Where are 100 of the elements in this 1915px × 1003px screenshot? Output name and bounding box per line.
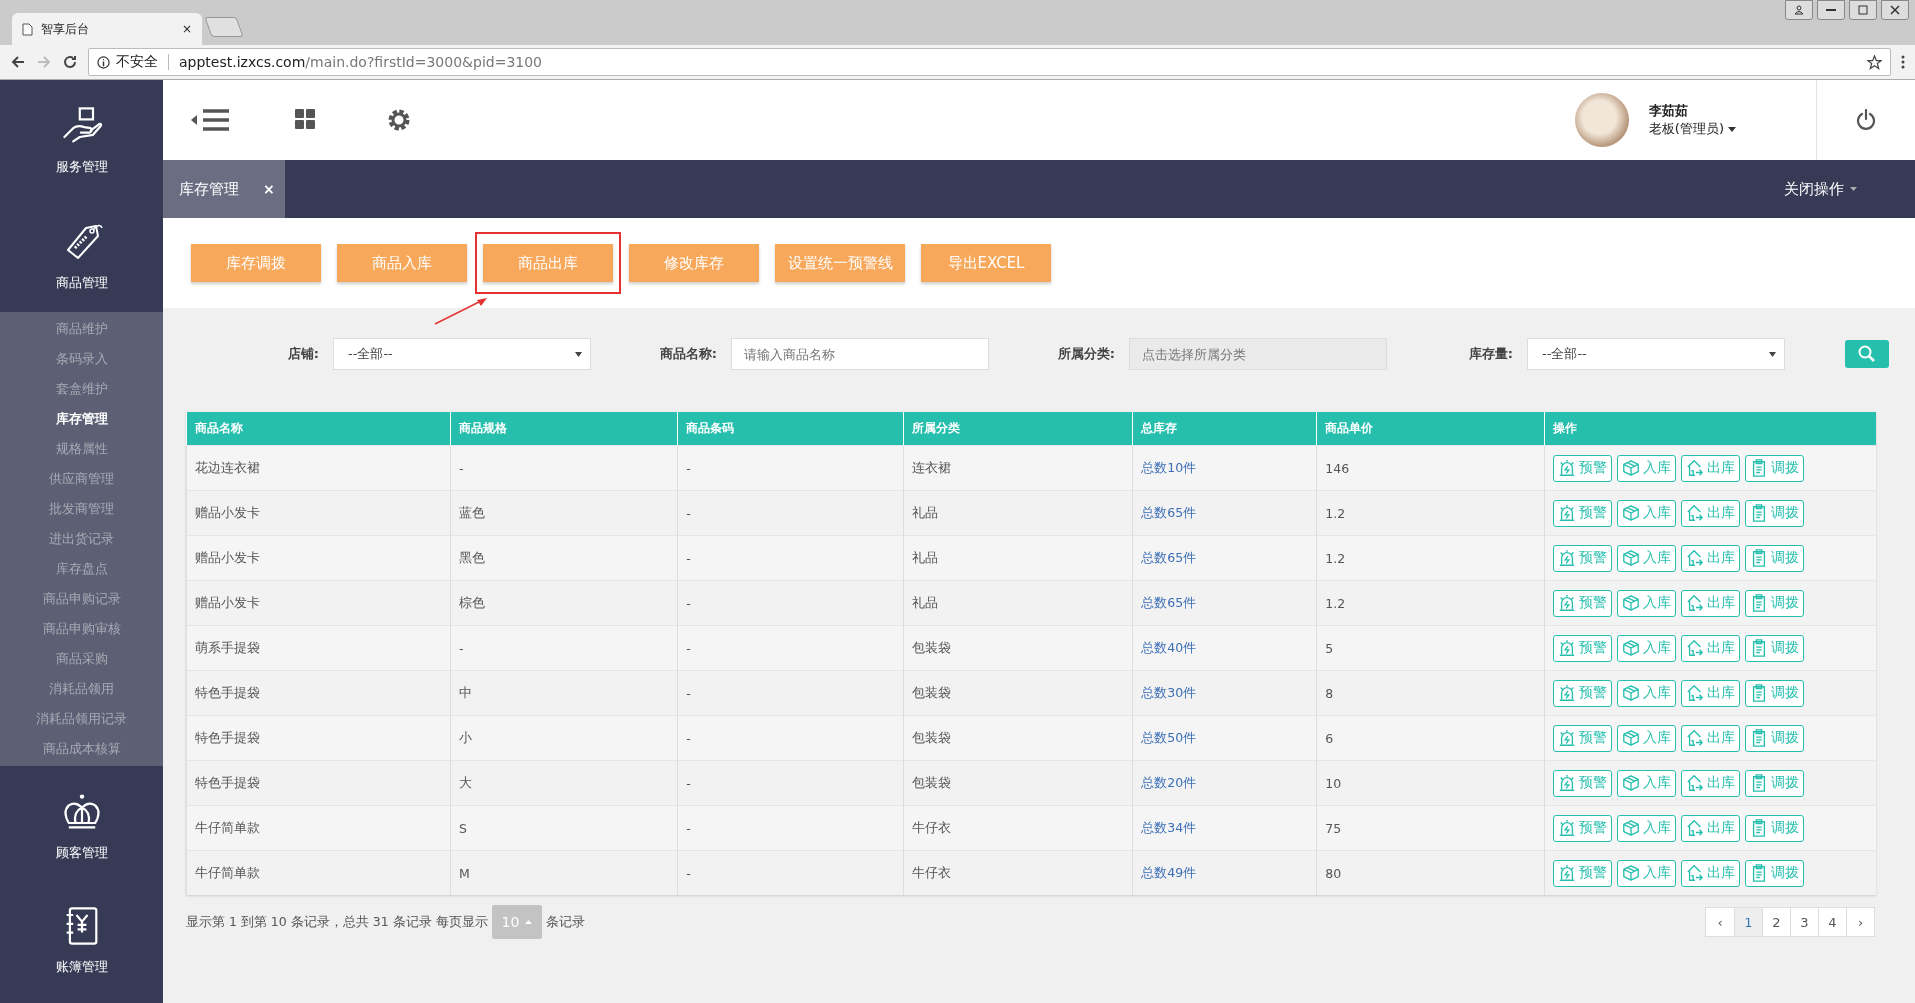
table-cell: 牛仔简单款	[186, 805, 451, 851]
table-cell: 1.2	[1316, 580, 1545, 626]
row-action-button[interactable]: 预警	[1553, 769, 1613, 797]
minimize-icon	[1826, 9, 1836, 11]
row-action-button[interactable]: 预警	[1553, 499, 1613, 527]
row-action-button[interactable]: 预警	[1553, 589, 1613, 617]
toolbar-button[interactable]: 导出EXCEL	[921, 244, 1051, 282]
box-icon	[1622, 594, 1641, 612]
sidebar-item[interactable]: 消耗品领用记录	[0, 704, 163, 734]
toolbar-button[interactable]: 库存调拨	[191, 244, 321, 282]
page-button[interactable]: 1	[1734, 908, 1762, 936]
toolbar-button[interactable]: 设置统一预警线	[775, 244, 905, 282]
sidebar-item[interactable]: 商品申购审核	[0, 614, 163, 644]
sidebar-item[interactable]: 库存管理	[0, 404, 163, 434]
sidebar-item[interactable]: 规格属性	[0, 434, 163, 464]
sidebar-item[interactable]: 条码录入	[0, 344, 163, 374]
sidebar-section[interactable]: 商品管理	[0, 194, 163, 312]
table-cell: 总数30件	[1132, 670, 1317, 716]
sidebar-item[interactable]: 商品维护	[0, 314, 163, 344]
toolbar-button[interactable]: 修改库存	[629, 244, 759, 282]
maximize-icon	[1858, 5, 1868, 15]
row-action-button[interactable]: 入库	[1617, 724, 1677, 752]
star-icon[interactable]	[1867, 54, 1882, 70]
sidebar-item[interactable]: 商品成本核算	[0, 734, 163, 764]
tab-close-button[interactable]: ×	[181, 22, 192, 36]
close-button[interactable]	[1881, 0, 1909, 20]
sidebar-section[interactable]: 顾客管理	[0, 766, 163, 880]
row-action-button[interactable]: 出库	[1681, 454, 1741, 482]
row-action-button[interactable]: 入库	[1617, 769, 1677, 797]
page-tab[interactable]: 库存管理 ×	[163, 160, 285, 218]
toolbar-button[interactable]: 商品出库	[483, 244, 613, 282]
menu-dots-icon[interactable]	[1901, 55, 1905, 69]
row-action-button[interactable]: 调拨	[1745, 814, 1805, 842]
row-action-button[interactable]: 调拨	[1745, 499, 1805, 527]
row-action-button[interactable]: 预警	[1553, 814, 1613, 842]
row-action-button[interactable]: 出库	[1681, 589, 1741, 617]
user-role-menu[interactable]: 老板(管理员)	[1648, 120, 1736, 138]
sidebar-item[interactable]: 进出货记录	[0, 524, 163, 554]
row-action-button[interactable]: 入库	[1617, 454, 1677, 482]
row-action-button[interactable]: 入库	[1617, 499, 1677, 527]
sidebar-item[interactable]: 商品采购	[0, 644, 163, 674]
row-action-button[interactable]: 调拨	[1745, 724, 1805, 752]
row-action-button[interactable]: 预警	[1553, 544, 1613, 572]
tab-close-button[interactable]: ×	[263, 181, 275, 197]
row-action-button[interactable]: 入库	[1617, 814, 1677, 842]
row-action-button[interactable]: 出库	[1681, 769, 1741, 797]
avatar[interactable]	[1574, 93, 1629, 147]
row-action-button[interactable]: 预警	[1553, 454, 1613, 482]
row-action-button[interactable]: 出库	[1681, 724, 1741, 752]
row-action-button[interactable]: 出库	[1681, 499, 1741, 527]
row-action-button[interactable]: 预警	[1553, 724, 1613, 752]
table-cell: 特色手提袋	[186, 715, 451, 761]
filter-label: 商品名称:	[658, 345, 717, 363]
power-icon[interactable]	[1855, 109, 1877, 131]
column-header: 总库存	[1132, 412, 1317, 446]
sidebar-item[interactable]: 商品申购记录	[0, 584, 163, 614]
minimize-button[interactable]	[1817, 0, 1845, 20]
row-action-button[interactable]: 入库	[1617, 589, 1677, 617]
sidebar-item[interactable]: 批发商管理	[0, 494, 163, 524]
sidebar-item[interactable]: 供应商管理	[0, 464, 163, 494]
row-action-button[interactable]: 出库	[1681, 634, 1741, 662]
row-action-button[interactable]: 预警	[1553, 679, 1613, 707]
page-size-dropdown[interactable]: 10	[491, 905, 543, 939]
row-action-button[interactable]: 调拨	[1745, 589, 1805, 617]
row-action-button[interactable]: 入库	[1617, 544, 1677, 572]
column-header: 商品规格	[450, 412, 678, 446]
row-action-button[interactable]: 调拨	[1745, 679, 1805, 707]
box-icon	[1622, 504, 1641, 522]
address-bar[interactable]: 不安全 apptest.izxcs.com/main.do?firstId=3000&pid=3100	[88, 48, 1891, 76]
sidebar-item[interactable]: 库存盘点	[0, 554, 163, 584]
input-field[interactable]: 请输入商品名称	[731, 338, 989, 370]
row-action-button[interactable]: 出库	[1681, 814, 1741, 842]
row-action-button[interactable]: 调拨	[1745, 859, 1805, 887]
row-action-button[interactable]: 调拨	[1745, 544, 1805, 572]
profile-button[interactable]	[1785, 0, 1813, 20]
category-field[interactable]: 点击选择所属分类	[1129, 338, 1387, 370]
row-action-button[interactable]: 入库	[1617, 859, 1677, 887]
select-field[interactable]: --全部--	[333, 338, 591, 370]
select-field[interactable]: --全部--	[1527, 338, 1785, 370]
table-cell: 赠品小发卡	[186, 535, 451, 581]
sidebar-section[interactable]: 服务管理	[0, 80, 163, 194]
browser-tab[interactable]: 智享后台 ×	[12, 13, 202, 45]
row-action-button[interactable]: 出库	[1681, 679, 1741, 707]
row-action-button[interactable]: 入库	[1617, 634, 1677, 662]
row-action-button[interactable]: 调拨	[1745, 454, 1805, 482]
toolbar-button[interactable]: 商品入库	[337, 244, 467, 282]
close-operations-menu[interactable]: 关闭操作	[1784, 160, 1915, 218]
row-action-button[interactable]: 入库	[1617, 679, 1677, 707]
row-action-button[interactable]: 调拨	[1745, 634, 1805, 662]
row-action-button[interactable]: 调拨	[1745, 769, 1805, 797]
row-action-button[interactable]: 出库	[1681, 544, 1741, 572]
reload-icon[interactable]	[62, 54, 78, 70]
row-action-button[interactable]: 预警	[1553, 634, 1613, 662]
sidebar-section[interactable]: 账簿管理	[0, 880, 163, 994]
row-action-button[interactable]: 出库	[1681, 859, 1741, 887]
row-action-button[interactable]: 预警	[1553, 859, 1613, 887]
sidebar-item[interactable]: 套盒维护	[0, 374, 163, 404]
sidebar-item[interactable]: 消耗品领用	[0, 674, 163, 704]
back-icon[interactable]	[10, 54, 26, 70]
house-arrow-icon	[1686, 594, 1705, 612]
